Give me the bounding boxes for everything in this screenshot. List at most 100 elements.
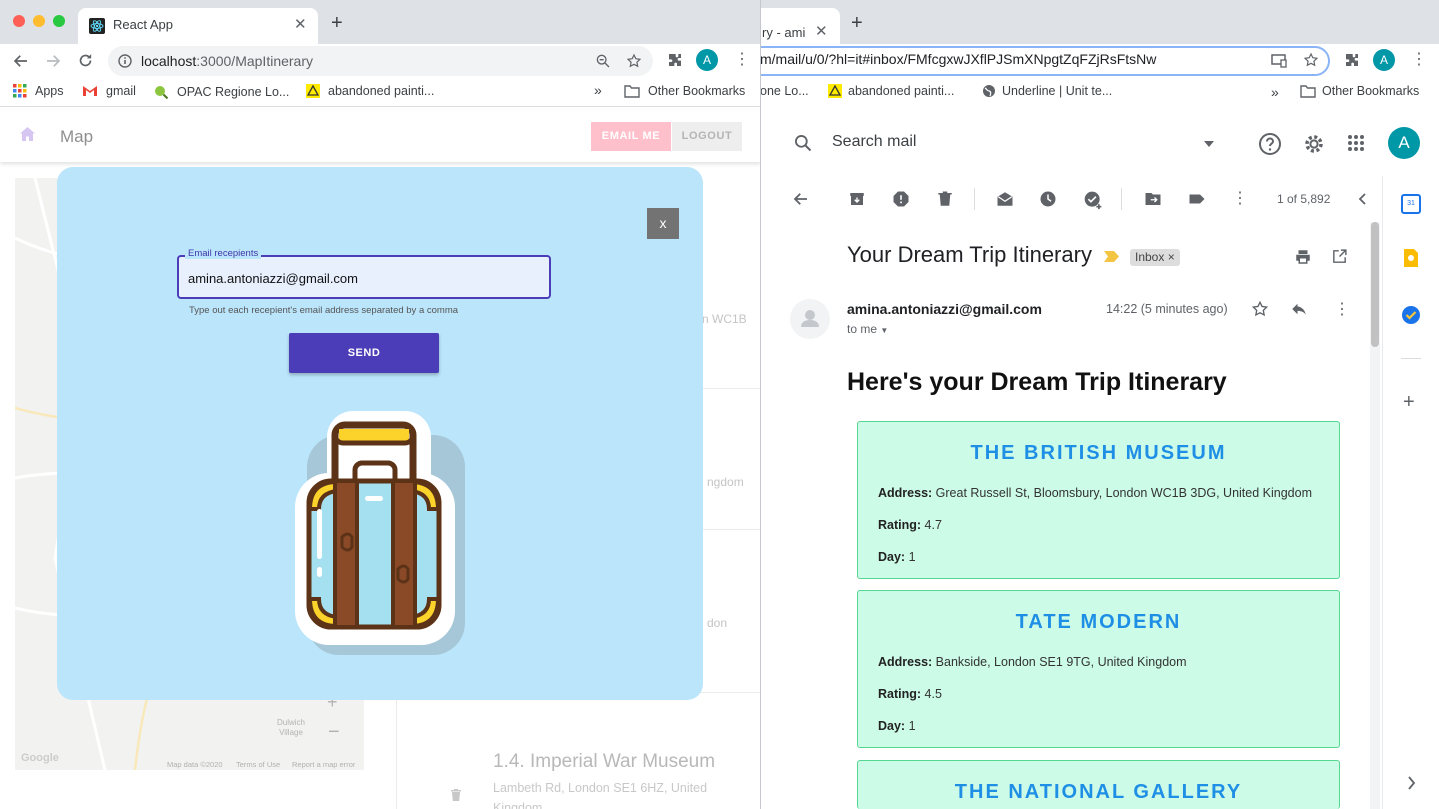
zoom-icon[interactable] [595,53,611,69]
close-tab-icon[interactable]: ✕ [815,22,828,40]
account-avatar[interactable]: A [1388,127,1420,159]
bookmark-opac[interactable]: OPAC Regione Lo... [153,84,289,100]
report-map-error-link[interactable]: Report a map error [292,760,355,769]
mark-unread-icon[interactable] [996,190,1014,208]
back-arrow-icon[interactable] [792,190,810,208]
browser-toolbar: m/mail/u/0/?hl=it#inbox/FMfcgxwJXflPJSmX… [760,44,1439,77]
delete-icon[interactable] [936,190,954,208]
help-icon[interactable] [1258,132,1282,156]
list-item-address: ngdom [707,475,744,489]
map-zoom-out-button[interactable]: − [328,721,340,744]
important-marker-icon[interactable] [1104,251,1119,262]
scrollbar-thumb[interactable] [1371,222,1379,347]
delete-item-icon[interactable] [451,789,461,801]
nav-title[interactable]: Map [60,127,93,147]
tab-strip: React App ✕ + [0,0,760,44]
search-icon[interactable] [793,133,813,153]
remove-label-icon[interactable]: × [1168,250,1175,264]
place-address: Address: Great Russell St, Bloomsbury, L… [878,486,1312,500]
react-app-browser-window: React App ✕ + localhost:3000/MapItinerar… [0,0,761,809]
add-addon-icon[interactable]: + [1403,391,1415,414]
bookmark-star-icon[interactable] [626,53,642,69]
bookmark-item[interactable]: abandoned painti... [828,84,954,98]
chevron-down-icon[interactable]: ▼ [880,326,888,335]
extensions-icon[interactable] [1344,52,1360,68]
email-me-button[interactable]: EMAIL ME [591,122,671,151]
tab-react-app[interactable]: React App ✕ [78,8,318,44]
snooze-clock-icon[interactable] [1039,190,1057,208]
url-text: m/mail/u/0/?hl=it#inbox/FMfcgxwJXflPJSmX… [760,51,1157,67]
inbox-label-chip[interactable]: Inbox × [1130,249,1180,266]
address-bar[interactable]: localhost:3000/MapItinerary [108,46,653,76]
open-new-window-icon[interactable] [1331,248,1348,265]
site-info-icon[interactable] [118,54,132,68]
bookmark-gmail[interactable]: gmail [82,84,136,98]
tab-gmail[interactable]: ry - ami ✕ [760,8,840,44]
bookmark-item[interactable]: one Lo... [760,84,809,98]
bookmark-star-icon[interactable] [1303,52,1319,68]
apps-shortcut[interactable]: Apps [13,84,64,98]
tasks-icon[interactable] [1401,305,1421,325]
reply-icon[interactable] [1290,300,1308,318]
profile-avatar[interactable]: A [1373,49,1395,71]
report-spam-icon[interactable] [892,190,910,208]
back-arrow-icon[interactable] [12,52,30,70]
bookmarks-overflow-icon[interactable]: » [594,82,602,98]
gmail-logo-icon [83,86,97,96]
message-more-icon[interactable]: ⋮ [1334,299,1350,319]
label-icon[interactable] [1188,190,1206,208]
reload-icon[interactable] [77,52,94,69]
star-icon[interactable] [1251,300,1269,318]
minimize-window-button[interactable] [33,15,45,27]
bookmark-item[interactable]: Underline | Unit te... [982,84,1112,98]
calendar-icon[interactable]: 31 [1401,194,1421,214]
forward-arrow-icon[interactable] [44,52,62,70]
place-name: TATE MODERN [1015,611,1182,633]
send-button[interactable]: SEND [289,333,439,373]
recipient-details[interactable]: to me ▼ [847,322,888,336]
gmail-header: Search mail A [760,110,1439,176]
close-modal-button[interactable]: x [647,208,679,239]
map-place-label: Dulwich Village [277,718,306,737]
profile-avatar[interactable]: A [696,49,718,71]
sender-avatar [790,299,830,339]
archive-icon[interactable] [848,190,866,208]
email-recipients-input[interactable]: amina.antoniazzi@gmail.com [188,271,358,286]
move-to-folder-icon[interactable] [1144,190,1162,208]
other-bookmarks-folder[interactable]: Other Bookmarks [624,84,745,98]
suitcase-illustration [295,411,465,655]
more-options-icon[interactable]: ⋮ [1232,188,1248,208]
message-time: 14:22 (5 minutes ago) [1106,302,1228,316]
scrollbar[interactable] [1370,222,1380,809]
bookmark-abandoned[interactable]: abandoned painti... [306,84,434,98]
browser-menu-icon[interactable]: ⋮ [734,49,750,69]
settings-gear-icon[interactable] [1302,132,1326,156]
search-input[interactable]: Search mail [832,133,916,151]
maximize-window-button[interactable] [53,15,65,27]
apps-grid-icon[interactable] [1347,134,1365,152]
bookmarks-overflow-icon[interactable]: » [1271,84,1279,100]
cast-icon[interactable] [1271,54,1287,68]
add-task-icon[interactable] [1083,190,1103,210]
new-tab-icon[interactable]: + [331,12,343,35]
terms-link[interactable]: Terms of Use [236,760,280,769]
warning-favicon-icon [828,84,842,98]
search-options-icon[interactable] [1203,140,1215,148]
expand-panel-chevron-icon[interactable] [1407,776,1416,790]
logout-button[interactable]: LOGOUT [672,122,742,151]
close-window-button[interactable] [13,15,25,27]
new-tab-icon[interactable]: + [851,12,863,35]
browser-menu-icon[interactable]: ⋮ [1411,49,1427,69]
print-icon[interactable] [1294,248,1312,266]
toolbar-divider [1121,188,1122,210]
place-rating: Rating: 4.5 [878,687,942,701]
tab-title: ry - ami [762,25,806,40]
other-bookmarks-folder[interactable]: Other Bookmarks [1300,84,1419,98]
home-icon[interactable] [20,127,35,141]
extensions-icon[interactable] [667,52,683,68]
place-name: THE BRITISH MUSEUM [970,442,1227,464]
newer-chevron-icon[interactable] [1357,193,1367,205]
place-day: Day: 1 [878,719,916,733]
keep-icon[interactable] [1401,248,1421,268]
close-tab-icon[interactable]: ✕ [294,15,307,33]
